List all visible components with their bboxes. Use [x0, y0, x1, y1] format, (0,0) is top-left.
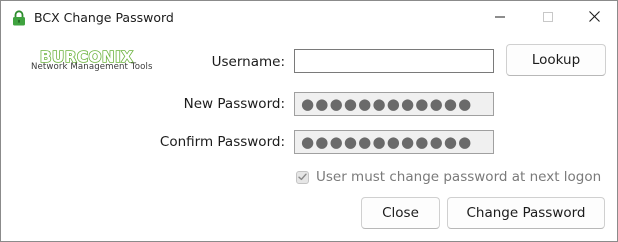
maximize-icon	[543, 11, 553, 26]
confirm-password-field[interactable]: ●●●●●●●●●●●●	[294, 130, 494, 154]
must-change-checkbox[interactable]	[296, 170, 309, 185]
must-change-password-option[interactable]: User must change password at next logon	[296, 169, 601, 185]
new-password-label: New Password:	[183, 96, 285, 112]
logo-tagline: Network Management Tools	[31, 62, 153, 72]
change-password-button[interactable]: Change Password	[447, 197, 605, 229]
close-icon	[588, 10, 600, 26]
change-password-dialog: BCX Change Password BURCONIX Network Man…	[0, 0, 618, 242]
close-button[interactable]: Close	[361, 197, 440, 229]
must-change-label: User must change password at next logon	[316, 169, 602, 185]
burconix-logo: BURCONIX Network Management Tools	[29, 47, 155, 76]
lock-icon	[12, 10, 26, 26]
lookup-button[interactable]: Lookup	[506, 44, 606, 76]
close-window-button[interactable]	[571, 1, 617, 35]
checkmark-icon	[298, 170, 307, 185]
confirm-password-label: Confirm Password:	[159, 134, 285, 150]
username-input[interactable]	[294, 49, 494, 73]
title-bar[interactable]: BCX Change Password	[1, 1, 617, 35]
minimize-button[interactable]	[477, 1, 523, 35]
username-label: Username:	[211, 54, 285, 70]
window-title: BCX Change Password	[34, 10, 174, 25]
maximize-button[interactable]	[525, 1, 571, 35]
minimize-icon	[495, 11, 505, 26]
new-password-field[interactable]: ●●●●●●●●●●●●	[294, 92, 494, 116]
